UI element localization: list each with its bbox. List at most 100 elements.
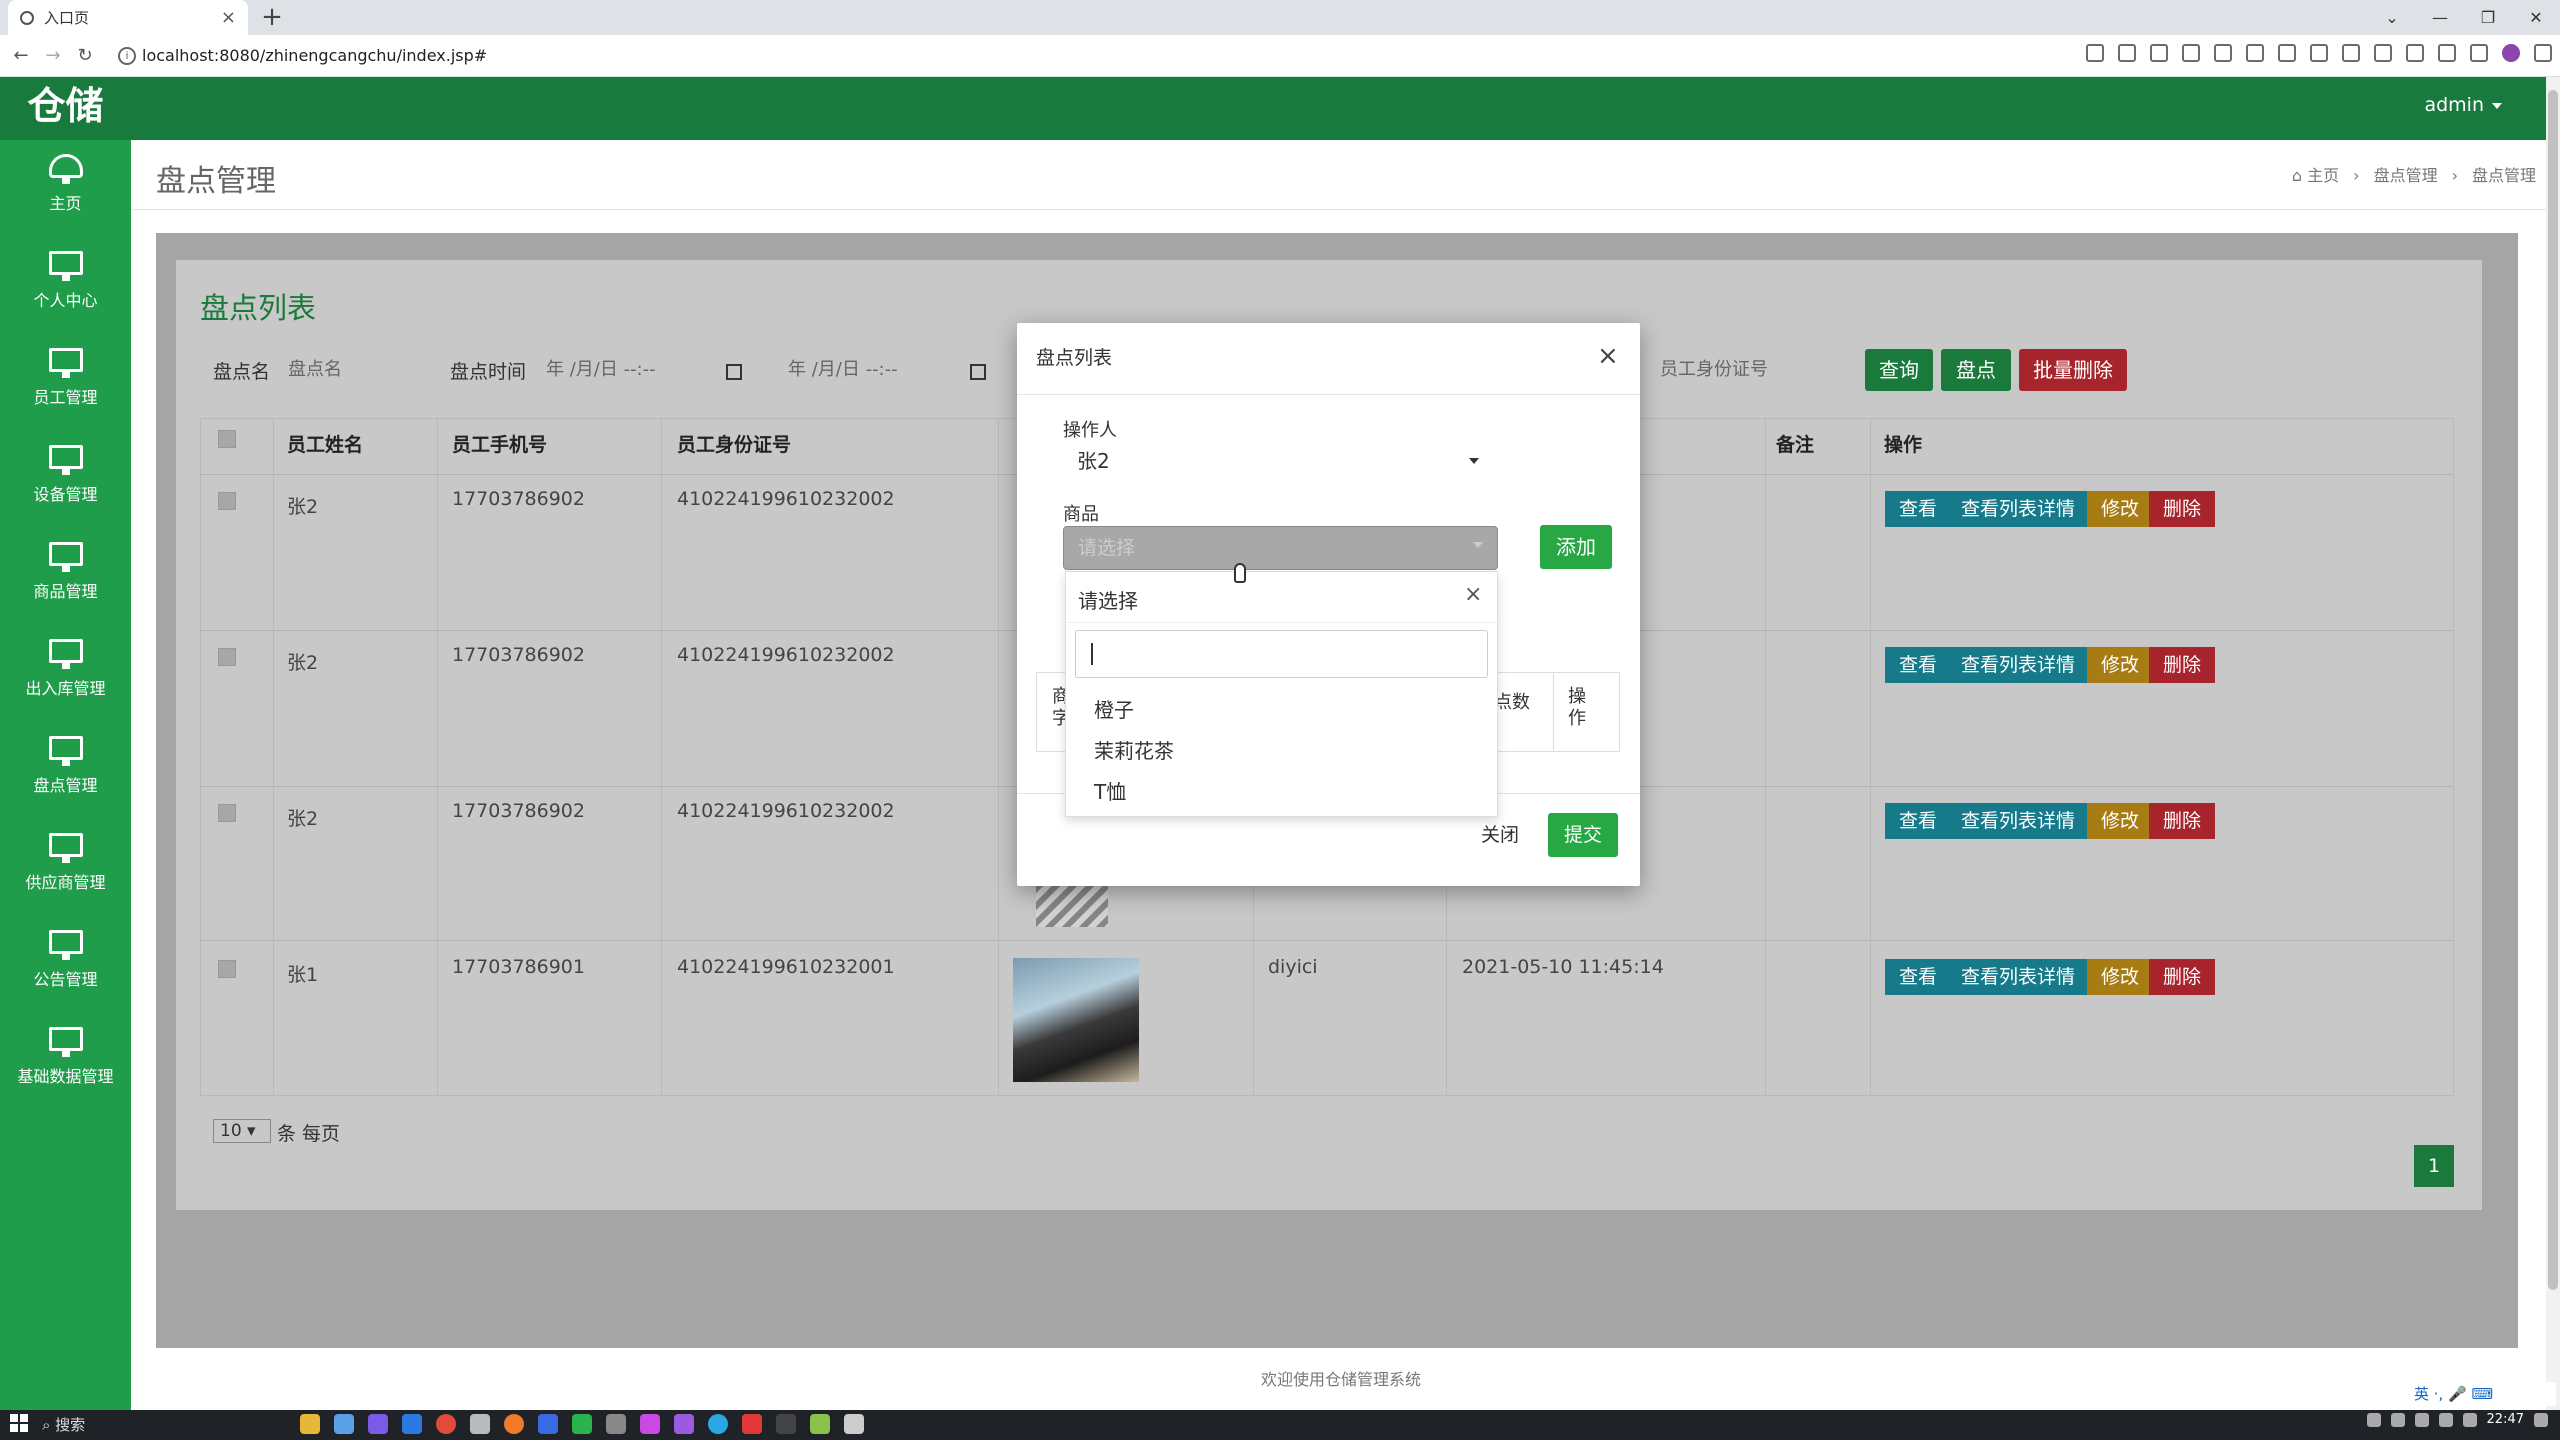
app-icon[interactable]	[844, 1414, 864, 1434]
tray-icon[interactable]	[2390, 1412, 2405, 1427]
app-icon[interactable]	[674, 1414, 694, 1434]
new-tab-button[interactable]: +	[258, 3, 286, 31]
browser-tab[interactable]: 入口页 ×	[8, 0, 248, 35]
windows-start-icon[interactable]	[10, 1414, 28, 1432]
close-window-button[interactable]: ✕	[2512, 0, 2560, 35]
delete-button[interactable]: 删除	[2149, 647, 2216, 683]
minimize-button[interactable]: —	[2416, 0, 2464, 35]
sidebar-item-home[interactable]: 主页	[0, 140, 131, 237]
settings-icon[interactable]	[470, 1414, 490, 1434]
sidebar-item-basic-data[interactable]: 基础数据管理	[0, 1013, 131, 1110]
dropdown-search-input[interactable]	[1075, 630, 1488, 678]
tab-close-icon[interactable]: ×	[221, 7, 236, 28]
translate-icon[interactable]	[2374, 44, 2392, 62]
delete-button[interactable]: 删除	[2149, 959, 2216, 995]
tray-icon[interactable]	[2414, 1412, 2429, 1427]
close-button[interactable]: 关闭	[1462, 813, 1538, 857]
dropdown-option[interactable]: T恤	[1094, 776, 1126, 805]
sidebar-item-profile[interactable]: 个人中心	[0, 237, 131, 334]
network-icon[interactable]	[2438, 1412, 2453, 1427]
view-button[interactable]: 查看	[1885, 959, 1952, 995]
wps-icon[interactable]	[742, 1414, 762, 1434]
view-detail-button[interactable]: 查看列表详情	[1947, 647, 2090, 683]
idea-icon[interactable]	[776, 1414, 796, 1434]
filter-name-input[interactable]: 盘点名	[278, 348, 438, 394]
view-detail-button[interactable]: 查看列表详情	[1947, 803, 2090, 839]
calendar-icon[interactable]	[970, 364, 986, 380]
operator-select[interactable]: 张2	[1063, 443, 1493, 479]
notification-icon[interactable]	[2534, 1412, 2548, 1427]
edit-button[interactable]: 修改	[2087, 647, 2154, 683]
add-goods-button[interactable]: 添加	[1540, 525, 1612, 569]
delete-button[interactable]: 删除	[2149, 803, 2216, 839]
sidebar-item-notices[interactable]: 公告管理	[0, 916, 131, 1013]
breadcrumb-section[interactable]: 盘点管理	[2374, 166, 2438, 185]
file-explorer-icon[interactable]	[300, 1414, 320, 1434]
volume-icon[interactable]	[2462, 1412, 2477, 1427]
extension-icon[interactable]	[2310, 44, 2328, 62]
sidebar-item-inventory[interactable]: 盘点管理	[0, 722, 131, 819]
clock[interactable]: 22:47	[2487, 1412, 2524, 1427]
submit-button[interactable]: 提交	[1548, 813, 1618, 857]
app-icon[interactable]	[402, 1414, 422, 1434]
taskbar-search[interactable]: ⌕ 搜索	[42, 1413, 292, 1437]
filter-date-start[interactable]: 年 /月/日 --:--	[536, 348, 756, 394]
url-field[interactable]: localhost:8080/zhinengcangchu/index.jsp#	[142, 44, 487, 68]
edit-button[interactable]: 修改	[2087, 959, 2154, 995]
app-icon[interactable]	[538, 1414, 558, 1434]
key-icon[interactable]	[2086, 44, 2104, 62]
app-icon[interactable]	[334, 1414, 354, 1434]
info-icon[interactable]: i	[118, 47, 136, 65]
modal-close-icon[interactable]: ×	[1597, 341, 1619, 371]
filter-idcard-input[interactable]: 员工身份证号	[1650, 348, 1820, 394]
edit-button[interactable]: 修改	[2087, 491, 2154, 527]
calendar-icon[interactable]	[726, 364, 742, 380]
search-button[interactable]: 查询	[1865, 349, 1933, 391]
menu-dots-icon[interactable]	[2534, 44, 2552, 62]
sidepanel-icon[interactable]	[2470, 44, 2488, 62]
ime-toolbar[interactable]: 英 ·, 🎤 ⌨	[2406, 1382, 2556, 1406]
app-icon[interactable]	[708, 1414, 728, 1434]
app-icon[interactable]	[368, 1414, 388, 1434]
delete-button[interactable]: 删除	[2149, 491, 2216, 527]
view-button[interactable]: 查看	[1885, 491, 1952, 527]
dropdown-option[interactable]: 茉莉花茶	[1094, 735, 1174, 764]
sidebar-item-goods[interactable]: 商品管理	[0, 528, 131, 625]
extension-icon[interactable]	[2278, 44, 2296, 62]
profile-avatar[interactable]	[2502, 44, 2520, 62]
row-checkbox[interactable]	[218, 492, 236, 510]
edit-button[interactable]: 修改	[2087, 803, 2154, 839]
reload-icon[interactable]: ↻	[70, 35, 100, 77]
notepad-icon[interactable]	[810, 1414, 830, 1434]
share-icon[interactable]	[2150, 44, 2168, 62]
sidebar-item-suppliers[interactable]: 供应商管理	[0, 819, 131, 916]
clear-selection-icon[interactable]: ×	[1464, 582, 1482, 607]
extension-icon[interactable]	[2214, 44, 2232, 62]
select-all-checkbox[interactable]	[218, 430, 236, 448]
inventory-button[interactable]: 盘点	[1941, 349, 2011, 391]
puzzle-icon[interactable]	[2406, 44, 2424, 62]
scrollbar-thumb[interactable]	[2548, 90, 2558, 1290]
dropdown-option[interactable]: 橙子	[1094, 694, 1134, 723]
row-checkbox[interactable]	[218, 648, 236, 666]
row-checkbox[interactable]	[218, 804, 236, 822]
firefox-icon[interactable]	[504, 1414, 524, 1434]
view-detail-button[interactable]: 查看列表详情	[1947, 491, 2090, 527]
user-menu[interactable]: admin	[2424, 77, 2502, 140]
dropdown-selected[interactable]: 请选择	[1078, 585, 1138, 614]
restore-button[interactable]: ❐	[2464, 0, 2512, 35]
back-arrow-icon[interactable]: ←	[6, 35, 36, 77]
page-size-select[interactable]: 10 ▾	[213, 1119, 271, 1143]
app-icon[interactable]	[640, 1414, 660, 1434]
view-button[interactable]: 查看	[1885, 647, 1952, 683]
view-button[interactable]: 查看	[1885, 803, 1952, 839]
extension-icon[interactable]	[2342, 44, 2360, 62]
pagination-page-1[interactable]: 1	[2414, 1145, 2454, 1187]
forward-arrow-icon[interactable]: →	[38, 35, 68, 77]
row-checkbox[interactable]	[218, 960, 236, 978]
tray-icon[interactable]	[2366, 1412, 2381, 1427]
batch-delete-button[interactable]: 批量删除	[2019, 349, 2127, 391]
app-icon[interactable]	[606, 1414, 626, 1434]
extension-icon[interactable]	[2246, 44, 2264, 62]
tab-search-icon[interactable]: ⌄	[2368, 0, 2416, 35]
